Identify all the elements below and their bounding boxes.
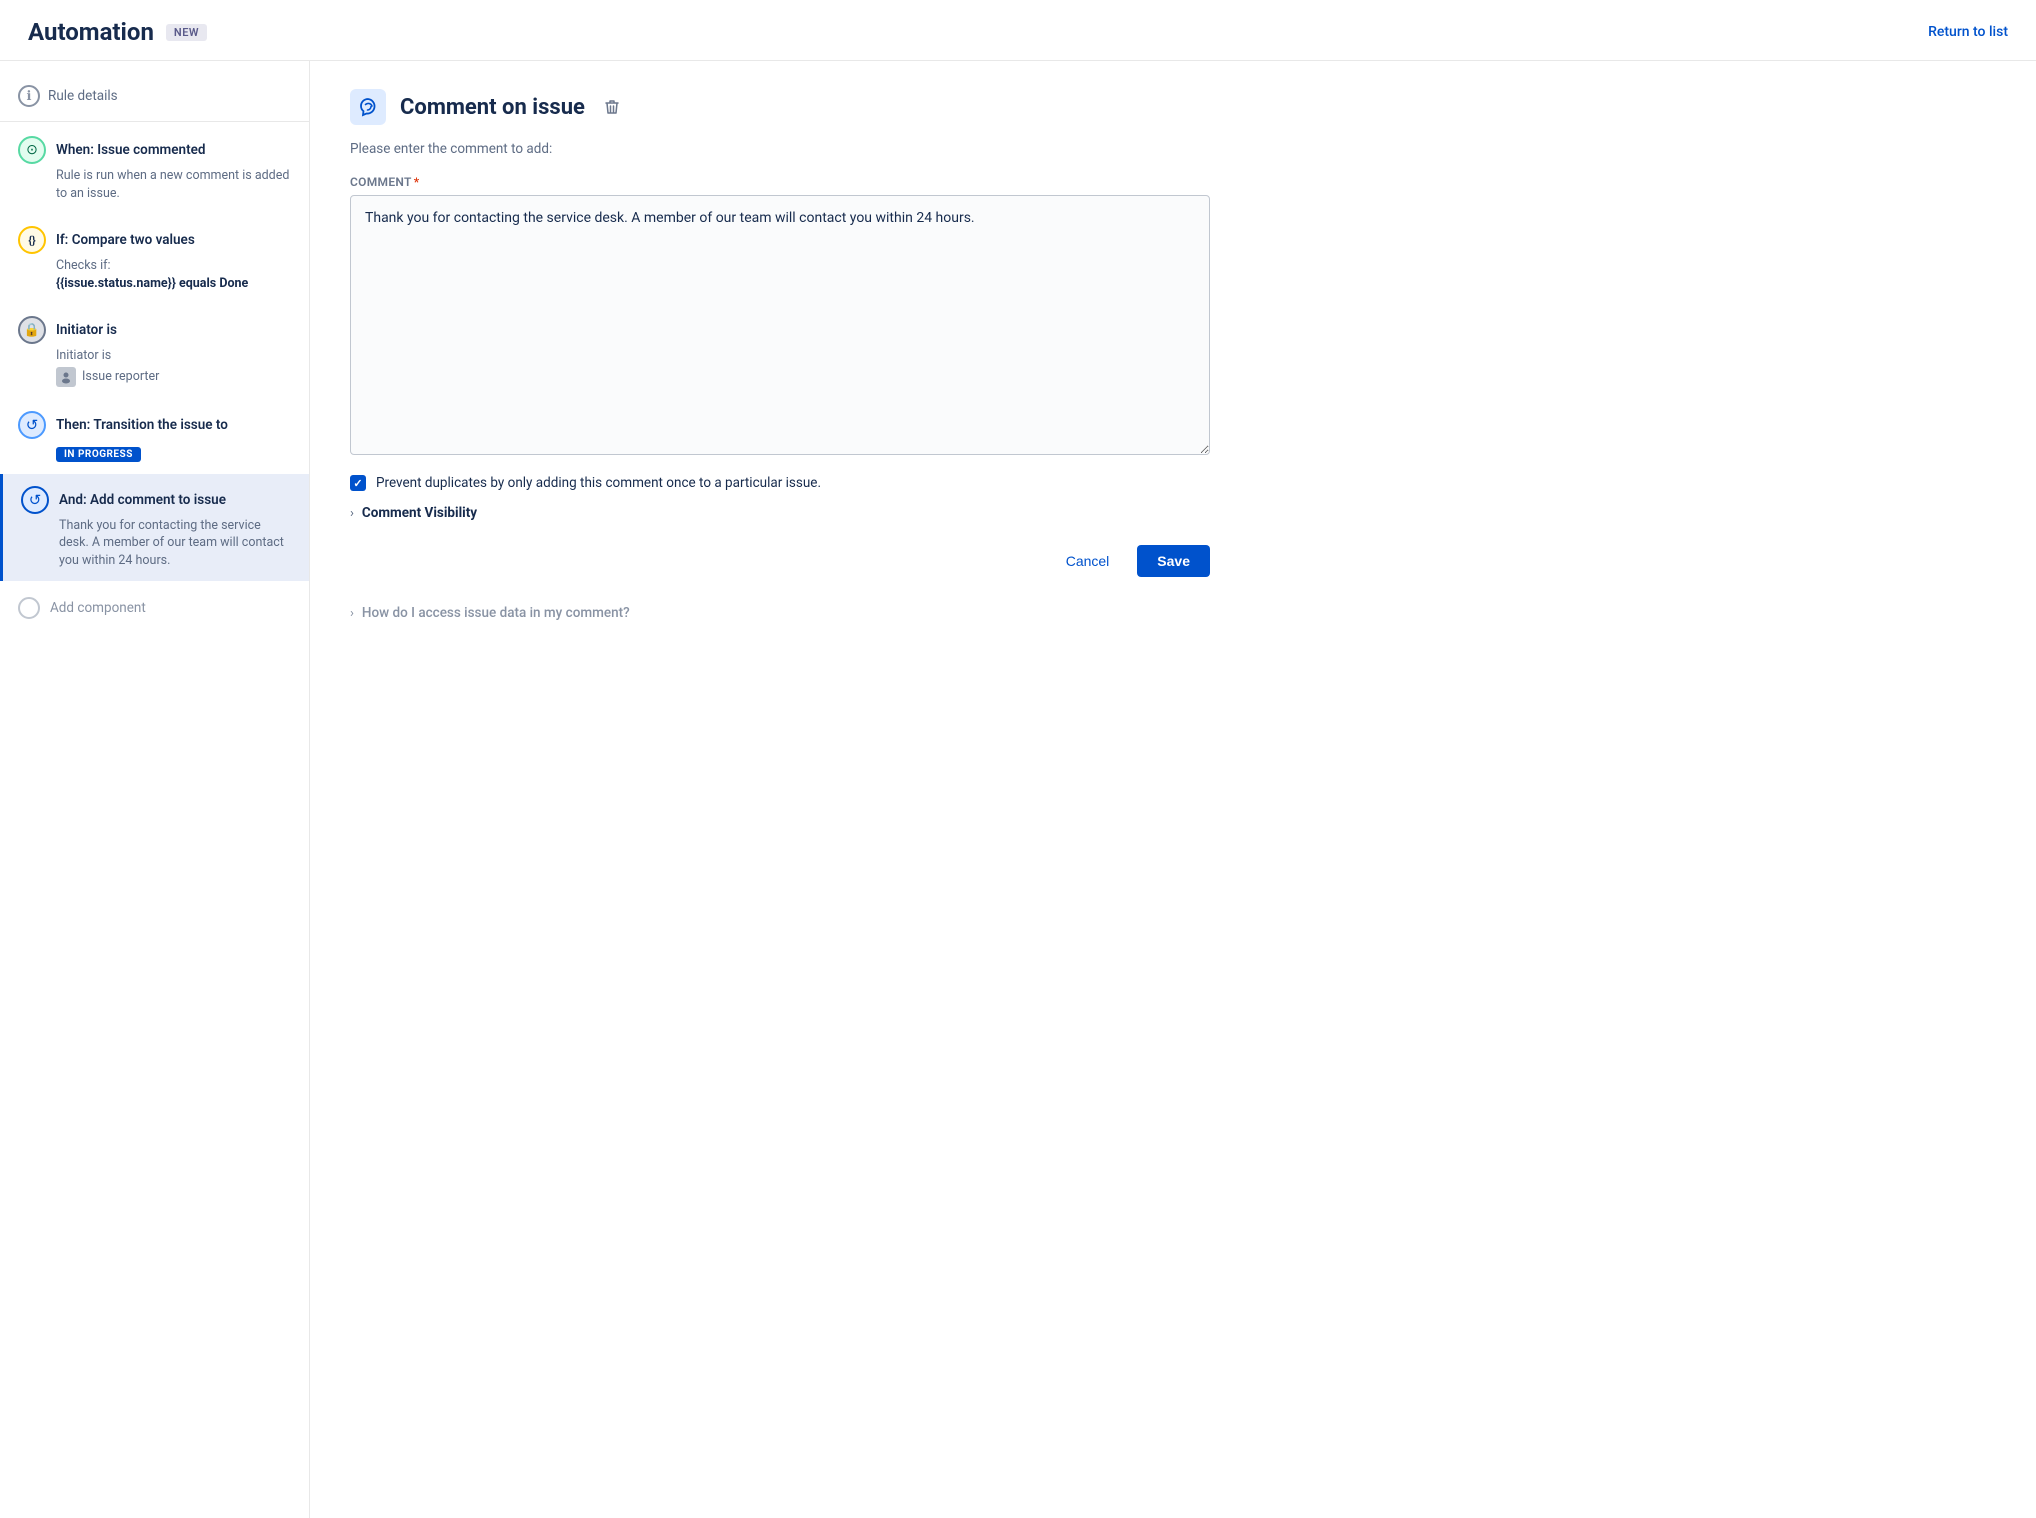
if-subtitle-bold: {{issue.status.name}} equals Done bbox=[56, 276, 248, 291]
sidebar-item-if-header: {} If: Compare two values bbox=[18, 226, 291, 254]
new-badge: NEW bbox=[166, 24, 207, 41]
content-header: Comment on issue bbox=[350, 89, 1996, 125]
issue-data-label: How do I access issue data in my comment… bbox=[362, 605, 630, 621]
delete-icon-btn[interactable] bbox=[603, 98, 621, 116]
main-layout: ℹ Rule details ⊙ When: Issue commented R… bbox=[0, 61, 2036, 1518]
prevent-duplicates-checkbox[interactable] bbox=[350, 475, 366, 491]
if-subtitle-plain: Checks if: bbox=[56, 258, 111, 273]
add-component-row[interactable]: Add component bbox=[0, 581, 309, 635]
prevent-duplicates-row: Prevent duplicates by only adding this c… bbox=[350, 475, 1210, 491]
chevron-right-icon: › bbox=[350, 506, 354, 521]
and-title: And: Add comment to issue bbox=[59, 492, 226, 508]
issue-reporter-avatar bbox=[56, 367, 76, 387]
sidebar-item-initiator-header: 🔒 Initiator is bbox=[18, 316, 291, 344]
initiator-subtitle1: Initiator is bbox=[18, 347, 291, 365]
sidebar-item-and[interactable]: ↺ And: Add comment to issue Thank you fo… bbox=[0, 474, 309, 582]
app-container: Automation NEW Return to list ℹ Rule det… bbox=[0, 0, 2036, 1518]
content-title: Comment on issue bbox=[400, 95, 585, 120]
in-progress-badge: IN PROGRESS bbox=[56, 447, 141, 462]
add-component-label: Add component bbox=[50, 600, 146, 616]
required-star: * bbox=[414, 175, 420, 189]
return-to-list-link[interactable]: Return to list bbox=[1928, 24, 2008, 40]
issue-data-chevron-icon: › bbox=[350, 606, 354, 621]
sidebar-rule-details[interactable]: ℹ Rule details bbox=[0, 71, 309, 119]
sidebar-item-when[interactable]: ⊙ When: Issue commented Rule is run when… bbox=[0, 124, 309, 214]
rule-details-icon: ℹ bbox=[18, 85, 40, 107]
content-subtitle: Please enter the comment to add: bbox=[350, 141, 1996, 157]
action-buttons: Cancel Save bbox=[350, 545, 1210, 577]
comment-textarea[interactable]: Thank you for contacting the service des… bbox=[350, 195, 1210, 455]
and-subtitle: Thank you for contacting the service des… bbox=[21, 517, 291, 570]
then-title: Then: Transition the issue to bbox=[56, 417, 228, 433]
sidebar-item-if[interactable]: {} If: Compare two values Checks if: {{i… bbox=[0, 214, 309, 304]
issue-data-row[interactable]: › How do I access issue data in my comme… bbox=[350, 605, 1996, 621]
sidebar-item-then-header: ↺ Then: Transition the issue to bbox=[18, 411, 291, 439]
initiator-icon: 🔒 bbox=[18, 316, 46, 344]
initiator-title: Initiator is bbox=[56, 322, 117, 338]
prevent-duplicates-text: Prevent duplicates by only adding this c… bbox=[376, 475, 821, 491]
comment-visibility-row[interactable]: › Comment Visibility bbox=[350, 505, 1996, 521]
app-title: Automation bbox=[28, 18, 154, 46]
and-icon: ↺ bbox=[21, 486, 49, 514]
when-subtitle: Rule is run when a new comment is added … bbox=[18, 167, 291, 202]
when-title: When: Issue commented bbox=[56, 142, 205, 158]
issue-reporter-text: Issue reporter bbox=[82, 369, 159, 384]
sidebar-item-and-header: ↺ And: Add comment to issue bbox=[21, 486, 291, 514]
then-icon: ↺ bbox=[18, 411, 46, 439]
sidebar-item-then[interactable]: ↺ Then: Transition the issue to IN PROGR… bbox=[0, 399, 309, 474]
header: Automation NEW Return to list bbox=[0, 0, 2036, 61]
add-component-circle bbox=[18, 597, 40, 619]
content-icon bbox=[350, 89, 386, 125]
header-left: Automation NEW bbox=[28, 18, 207, 46]
if-subtitle: Checks if: {{issue.status.name}} equals … bbox=[18, 257, 291, 292]
sidebar: ℹ Rule details ⊙ When: Issue commented R… bbox=[0, 61, 310, 1518]
when-icon: ⊙ bbox=[18, 136, 46, 164]
rule-details-label: Rule details bbox=[48, 88, 118, 104]
cancel-button[interactable]: Cancel bbox=[1048, 545, 1128, 577]
if-title: If: Compare two values bbox=[56, 232, 195, 248]
sidebar-item-initiator[interactable]: 🔒 Initiator is Initiator is Issue report… bbox=[0, 304, 309, 399]
sidebar-divider bbox=[0, 121, 309, 122]
comment-label: Comment* bbox=[350, 175, 1996, 189]
save-button[interactable]: Save bbox=[1137, 545, 1210, 577]
issue-reporter-row: Issue reporter bbox=[18, 367, 291, 387]
comment-visibility-label: Comment Visibility bbox=[362, 505, 477, 521]
sidebar-item-when-header: ⊙ When: Issue commented bbox=[18, 136, 291, 164]
content-area: Comment on issue Please enter the commen… bbox=[310, 61, 2036, 1518]
if-icon: {} bbox=[18, 226, 46, 254]
